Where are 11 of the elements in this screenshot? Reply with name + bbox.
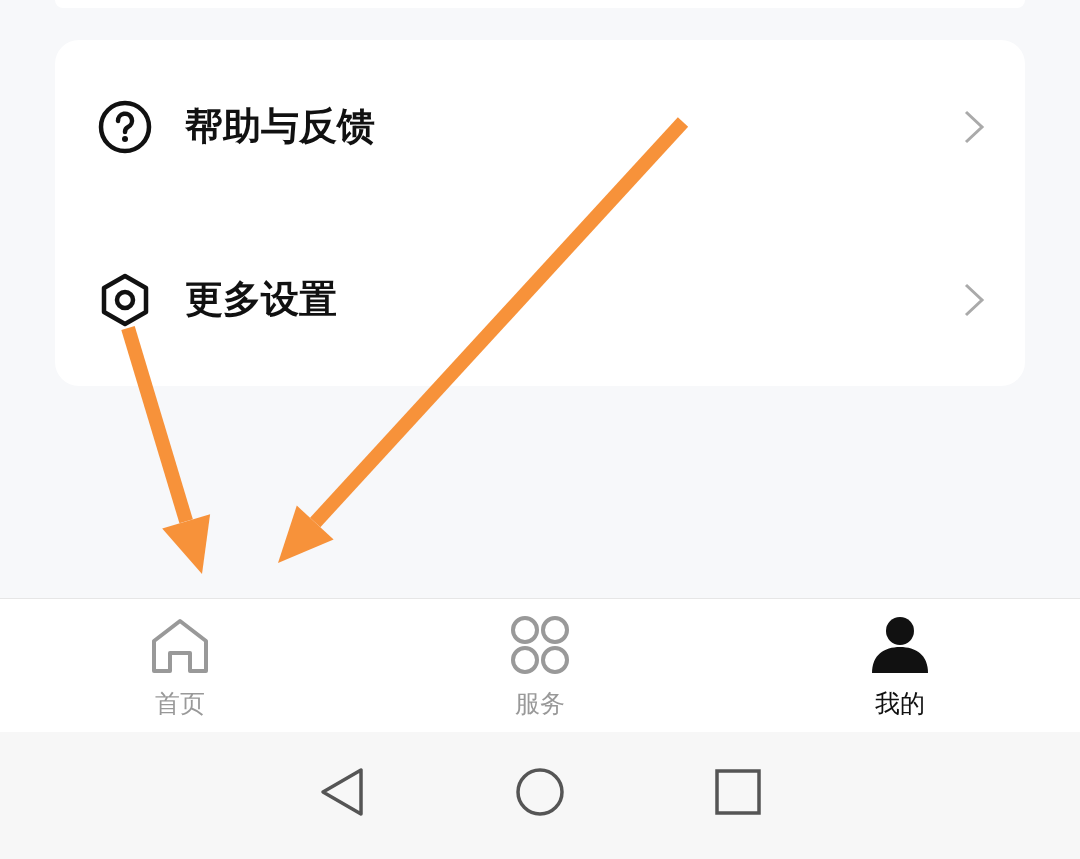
chevron-icon [963, 108, 985, 145]
tab[interactable]: 我的 [720, 599, 1080, 732]
menu-item[interactable]: 帮助与反馈 [55, 40, 1025, 213]
chevron-icon [963, 281, 985, 318]
recents-icon[interactable] [715, 768, 761, 815]
home-button-icon[interactable] [515, 766, 565, 817]
back-icon[interactable] [319, 766, 365, 817]
person-icon [870, 615, 930, 675]
grid-icon [510, 615, 570, 675]
question-icon [97, 98, 153, 155]
menu-item[interactable]: 更多设置 [55, 213, 1025, 386]
